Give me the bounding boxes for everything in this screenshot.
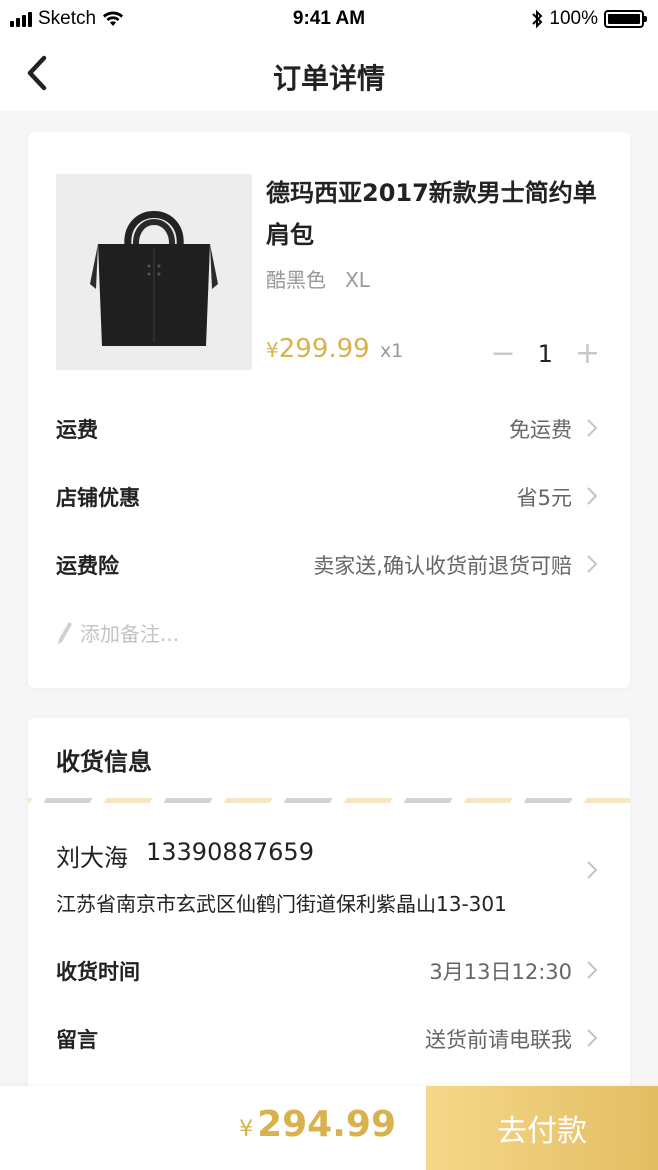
chevron-right-icon — [582, 1026, 602, 1050]
order-row-shipping-fee[interactable]: 运费 免运费 — [56, 410, 602, 446]
row-value: 省5元 — [516, 486, 572, 510]
recipient-name: 刘大海 — [56, 844, 128, 872]
checkout-bar: ¥294.99 去付款 — [0, 1086, 658, 1170]
battery-icon — [604, 10, 647, 28]
price-currency: ¥ — [266, 338, 279, 362]
recipient-phone: 13390887659 — [146, 838, 314, 866]
chevron-right-icon — [582, 552, 602, 576]
decrease-button[interactable]: − — [490, 336, 515, 371]
order-row-shop-discount[interactable]: 店铺优惠 省5元 — [56, 478, 602, 514]
quantity-stepper: − 1 + — [490, 336, 600, 371]
bag-image — [56, 174, 252, 370]
row-label: 收货时间 — [56, 960, 140, 984]
shipping-row-delivery-time[interactable]: 收货时间 3月13日12:30 — [56, 952, 602, 988]
row-value: 送货前请电联我 — [425, 1028, 572, 1052]
row-value: 3月13日12:30 — [429, 960, 572, 984]
row-value: 免运费 — [509, 418, 572, 442]
product-size: XL — [345, 268, 370, 292]
price-value: 299.99 — [278, 334, 370, 364]
bluetooth-icon — [532, 9, 543, 29]
pay-button[interactable]: 去付款 — [426, 1086, 658, 1170]
shipping-card: 收货信息 刘大海 13390887659 江苏省南京市玄武区仙鹤门街道保利紫晶山… — [28, 718, 630, 1118]
nav-bar: 订单详情 — [0, 40, 658, 110]
increase-button[interactable]: + — [575, 336, 600, 371]
contact-info: 刘大海 13390887659 — [56, 838, 314, 873]
pencil-icon — [58, 621, 72, 644]
order-row-shipping-insurance[interactable]: 运费险 卖家送,确认收货前退货可赔 — [56, 546, 602, 582]
chevron-right-icon — [582, 416, 602, 440]
quantity-value: 1 — [537, 339, 553, 368]
status-bar: Sketch 9:41 AM 100% — [0, 0, 658, 40]
page-title: 订单详情 — [272, 62, 385, 95]
product-image[interactable] — [56, 174, 252, 370]
total-currency: ¥ — [239, 1117, 254, 1142]
note-placeholder: 添加备注... — [80, 622, 180, 646]
product-name[interactable]: 德玛西亚2017新款男士简约单肩包 — [266, 172, 606, 256]
chevron-right-icon — [582, 484, 602, 508]
shipping-row-message[interactable]: 留言 送货前请电联我 — [56, 1020, 602, 1056]
total-value: 294.99 — [257, 1104, 396, 1145]
row-label: 留言 — [56, 1028, 98, 1052]
product-price: ¥299.99 x1 — [266, 334, 403, 364]
shipping-title: 收货信息 — [56, 748, 152, 776]
order-card: 德玛西亚2017新款男士简约单肩包 酷黑色 XL ¥299.99 x1 − 1 … — [28, 132, 630, 688]
recipient-address: 江苏省南京市玄武区仙鹤门街道保利紫晶山13-301 — [56, 892, 507, 916]
chevron-right-icon — [582, 858, 602, 882]
battery-label: 100% — [549, 8, 598, 29]
price-quantity: x1 — [379, 340, 404, 362]
product-spec: 酷黑色 XL — [266, 264, 370, 293]
row-label: 店铺优惠 — [56, 486, 140, 510]
status-right: 100% — [531, 8, 647, 30]
envelope-stripe — [28, 798, 630, 803]
product-color: 酷黑色 — [266, 268, 326, 292]
chevron-right-icon — [582, 958, 602, 982]
total-price: ¥294.99 — [239, 1104, 396, 1145]
row-label: 运费 — [56, 418, 98, 442]
note-input[interactable]: 添加备注... — [56, 618, 179, 647]
row-value: 卖家送,确认收货前退货可赔 — [313, 554, 572, 578]
row-label: 运费险 — [56, 554, 119, 578]
